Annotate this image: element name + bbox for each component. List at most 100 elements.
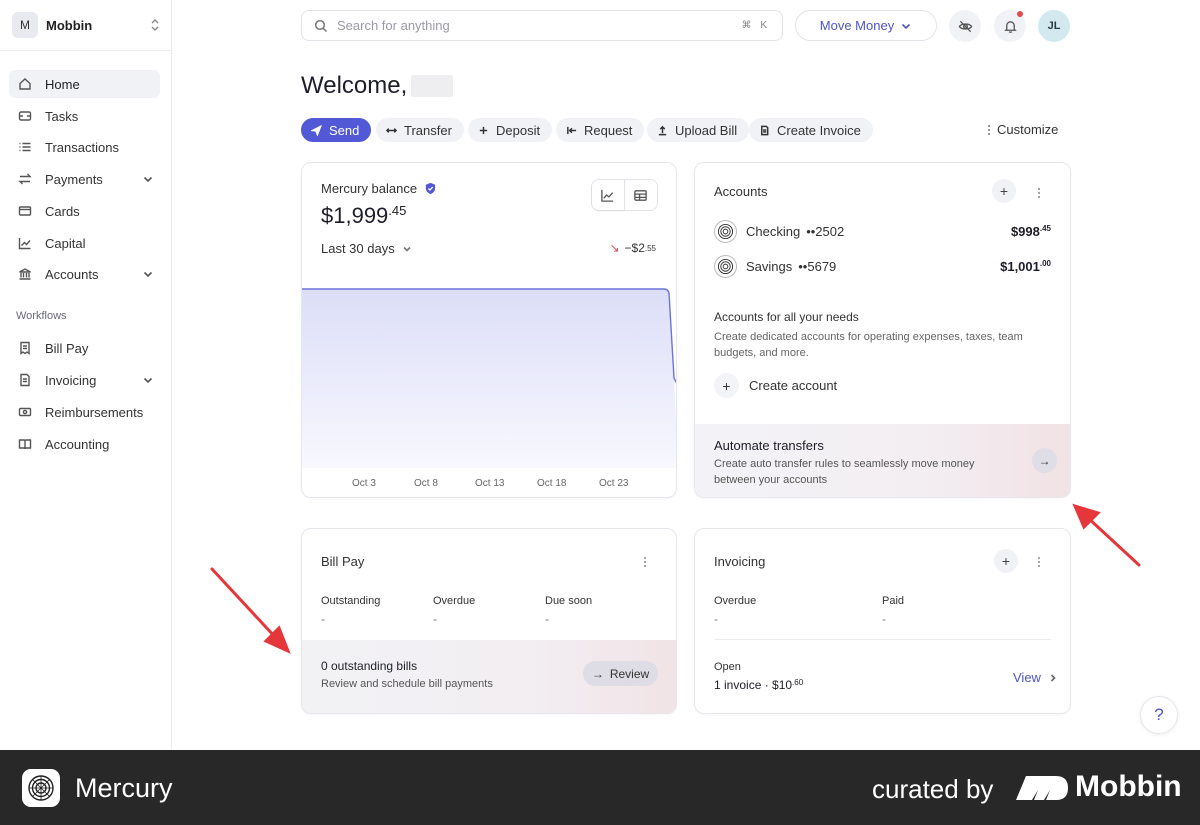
stat-outstanding-label: Outstanding [321, 595, 381, 607]
annotation-arrowhead-right [1072, 503, 1101, 530]
arrow-right-icon: → [1038, 453, 1051, 468]
sidebar-item-label: Payments [45, 171, 103, 187]
invoicing-more-button[interactable] [1038, 557, 1040, 567]
book-icon [18, 437, 32, 451]
outstanding-bills-text: Review and schedule bill payments [321, 678, 493, 690]
sidebar-item-label: Reimbursements [45, 404, 144, 420]
accounts-card: Accounts + Checking ••2502 $998.45 Savin… [694, 162, 1071, 498]
chevron-down-icon [142, 374, 154, 386]
bill-icon [18, 341, 32, 355]
invoicing-divider [714, 639, 1051, 640]
account-balance-cents: .00 [1039, 258, 1051, 268]
help-button[interactable]: ? [1140, 696, 1178, 734]
stat-overdue-value: - [433, 612, 437, 626]
create-invoice-button[interactable]: Create Invoice [749, 118, 873, 142]
card-icon [18, 204, 32, 218]
sidebar-item-reimbursements[interactable]: Reimbursements [9, 398, 160, 426]
change-cents: .55 [644, 243, 656, 253]
stat-outstanding-value: - [321, 612, 325, 626]
sidebar-item-home[interactable]: Home [9, 70, 160, 98]
create-account-button[interactable]: + Create account [714, 373, 837, 398]
account-balance: $1,001.00 [1000, 259, 1051, 274]
open-invoices-value: 1 invoice · $10.60 [714, 678, 803, 692]
sidebar-item-payments[interactable]: Payments [9, 165, 160, 193]
bill-pay-footer: 0 outstanding bills Review and schedule … [302, 640, 676, 713]
balance-label-text: Mercury balance [321, 181, 418, 196]
mobbin-brand: Mobbin [1075, 770, 1182, 803]
account-number: ••5679 [798, 258, 837, 274]
accounts-promo-text: Create dedicated accounts for operating … [714, 331, 1023, 359]
request-button[interactable]: Request [556, 118, 645, 142]
tasks-icon [18, 109, 32, 123]
view-invoices-link[interactable]: View [1013, 670, 1058, 685]
sidebar-item-label: Home [45, 76, 80, 92]
list-icon [18, 140, 32, 154]
account-row-savings[interactable]: Savings ••5679 $1,001.00 [714, 254, 1051, 278]
chart-area [302, 289, 676, 468]
bell-icon [1003, 20, 1017, 33]
mobbin-logo-icon [1016, 776, 1068, 800]
user-avatar[interactable]: JL [1038, 10, 1070, 42]
page-title: Welcome, [301, 72, 454, 100]
search-input[interactable] [337, 18, 717, 33]
table-toggle[interactable] [625, 180, 658, 210]
plus-icon: + [1001, 553, 1011, 569]
review-button[interactable]: → Review [583, 661, 658, 686]
account-row-checking[interactable]: Checking ••2502 $998.45 [714, 219, 1051, 243]
org-avatar: M [12, 12, 38, 38]
org-name: Mobbin [46, 17, 93, 33]
sidebar-item-label: Tasks [45, 108, 79, 124]
account-balance-dollars: $1,001 [1000, 258, 1040, 274]
bill-pay-more-button[interactable] [644, 557, 646, 567]
transfer-icon [386, 125, 397, 136]
mercury-account-icon [714, 254, 737, 278]
sidebar-item-label: Transactions [45, 139, 119, 155]
stat-overdue-label: Overdue [433, 595, 476, 607]
curated-footer: Mercury curated by Mobbin [0, 750, 1200, 825]
move-money-button[interactable]: Move Money [795, 10, 937, 41]
org-switcher[interactable]: M Mobbin [12, 12, 160, 38]
chart-tick: Oct 23 [599, 478, 629, 489]
sidebar-item-tasks[interactable]: Tasks [9, 102, 160, 130]
review-label: Review [609, 666, 650, 681]
chart-tick: Oct 8 [414, 478, 438, 489]
chart-tick: Oct 18 [537, 478, 567, 489]
period-selector[interactable]: Last 30 days [321, 241, 412, 256]
automate-transfers-banner[interactable]: Automate transfers Create auto transfer … [695, 424, 1070, 497]
mercury-logo-icon [22, 769, 60, 807]
sidebar-item-invoicing[interactable]: Invoicing [9, 366, 160, 394]
transfer-label: Transfer [404, 122, 452, 138]
stat-due-soon-value: - [545, 612, 549, 626]
stat-paid-value: - [882, 612, 886, 626]
add-invoice-button[interactable]: + [994, 549, 1018, 573]
move-money-label: Move Money [819, 18, 895, 33]
add-account-button[interactable]: + [992, 179, 1016, 203]
invoicing-title: Invoicing [714, 554, 766, 569]
sidebar-item-bill-pay[interactable]: Bill Pay [9, 334, 160, 362]
chevron-down-icon [902, 23, 911, 29]
sidebar-item-label: Invoicing [45, 372, 97, 388]
chevron-up-down-icon [150, 18, 160, 32]
sidebar-item-accounting[interactable]: Accounting [9, 430, 160, 458]
transfer-button[interactable]: Transfer [376, 118, 464, 142]
upload-bill-button[interactable]: Upload Bill [647, 118, 750, 142]
sidebar-item-accounts[interactable]: Accounts [9, 260, 160, 288]
hide-balances-button[interactable] [949, 10, 981, 42]
sidebar-item-transactions[interactable]: Transactions [9, 133, 160, 161]
line-chart-toggle[interactable] [592, 180, 625, 210]
deposit-button[interactable]: Deposit [468, 118, 553, 142]
notification-dot [1017, 11, 1023, 17]
search-bar[interactable]: ⌘ K [301, 10, 783, 41]
request-icon [566, 125, 577, 136]
notifications-button[interactable] [994, 10, 1026, 42]
accounts-more-button[interactable] [1038, 188, 1040, 198]
chevron-down-icon [403, 246, 411, 252]
sidebar-item-capital[interactable]: Capital [9, 229, 160, 257]
sidebar-item-cards[interactable]: Cards [9, 197, 160, 225]
automate-arrow-button[interactable]: → [1032, 448, 1057, 473]
create-invoice-label: Create Invoice [777, 122, 861, 138]
balance-card: Mercury balance $1,999.45 Last 30 days ↘… [301, 162, 677, 498]
annotation-arrow-left [210, 567, 278, 640]
customize-button[interactable]: Customize [988, 122, 1058, 137]
send-button[interactable]: Send [301, 118, 372, 142]
